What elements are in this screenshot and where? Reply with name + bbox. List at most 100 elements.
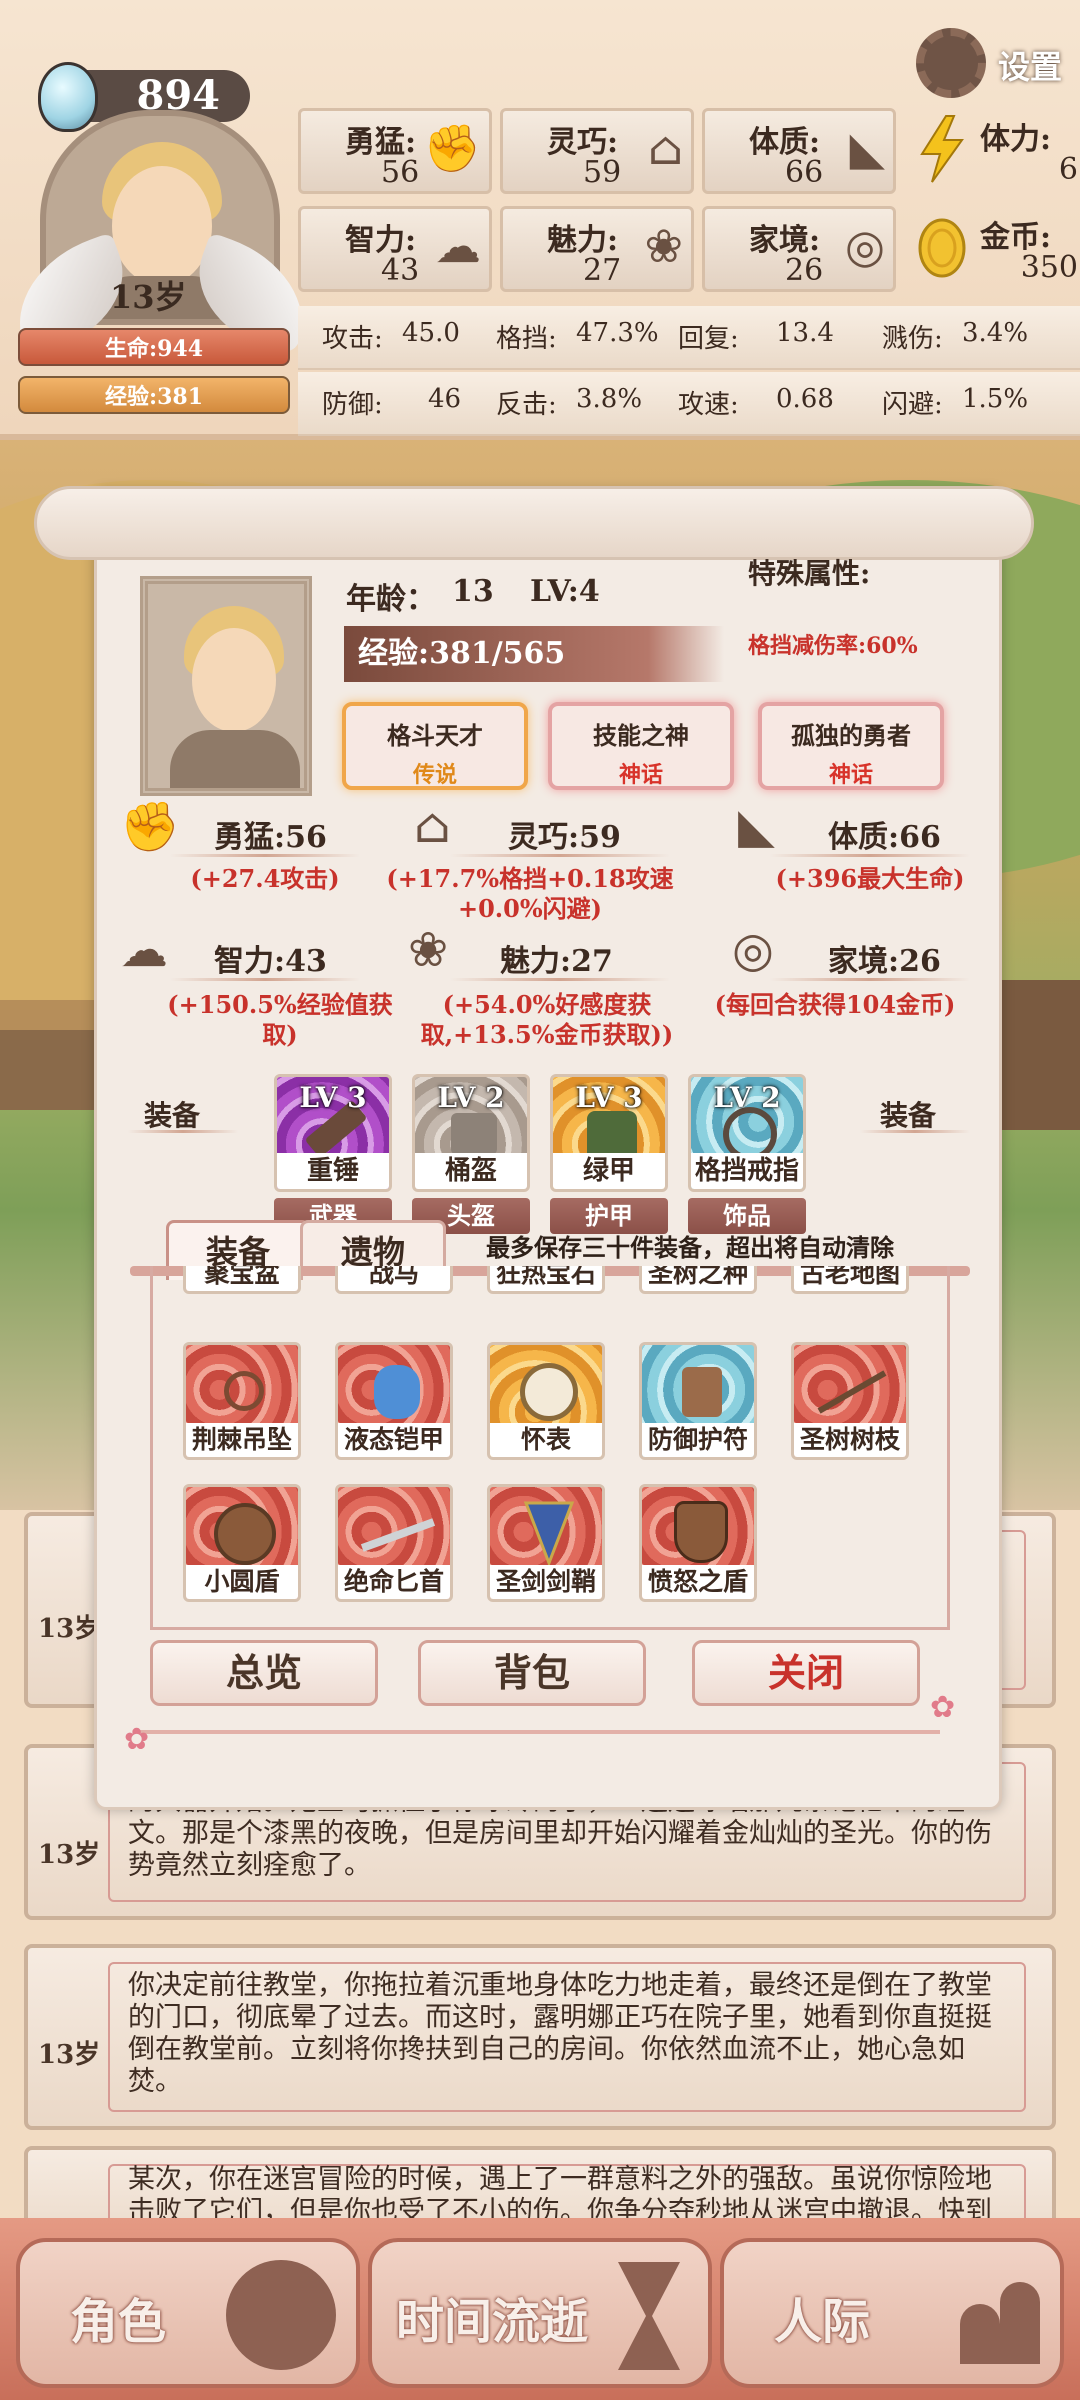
nav-character[interactable]: 角色 xyxy=(16,2238,360,2388)
inventory-item[interactable]: 小圆盾 xyxy=(183,1484,301,1602)
equip-slot-weapon[interactable]: LV 3 重锤 xyxy=(274,1074,392,1192)
stat-value: 66 xyxy=(785,155,824,190)
substat-value: 47.3% xyxy=(576,318,659,348)
house-shape xyxy=(990,980,1080,1130)
rage-shield-icon xyxy=(674,1501,728,1563)
stat-agility[interactable]: 灵巧: 59 ⌂ xyxy=(500,108,694,194)
attr-bonus: (+17.7%格挡+0.18攻速+0.0%闪避) xyxy=(386,864,674,923)
trait-badge[interactable]: 格斗天才 传说 xyxy=(342,702,528,790)
branch-icon xyxy=(817,1370,887,1414)
inventory-item[interactable]: 防御护符 xyxy=(639,1342,757,1460)
people-icon-second xyxy=(1000,2282,1040,2364)
inventory-item[interactable]: 液态铠甲 xyxy=(335,1342,453,1460)
equip-slot-armor[interactable]: LV 3 绿甲 xyxy=(550,1074,668,1192)
dialog-level: LV:4 xyxy=(530,574,600,609)
equip-side-label-right: 装备 xyxy=(880,1099,937,1132)
shirt-shape xyxy=(170,730,300,788)
attr-bonus: (+150.5%经验值获取) xyxy=(167,990,393,1049)
stat-family[interactable]: 家境: 26 ◎ xyxy=(702,206,896,292)
substat-label: 格挡: xyxy=(496,324,557,354)
soul-flame-icon xyxy=(38,62,98,132)
stat-value: 59 xyxy=(583,155,622,190)
amulet-icon xyxy=(682,1367,722,1417)
pendant-icon xyxy=(224,1371,264,1411)
inventory-item[interactable]: 狂热宝石 xyxy=(487,1266,605,1294)
special-attr-title: 特殊属性: xyxy=(748,557,871,590)
stat-courage[interactable]: 勇猛: 56 ✊ xyxy=(298,108,492,194)
lotus-icon: ❀ xyxy=(644,219,683,273)
substat-label: 攻击: xyxy=(322,324,383,354)
inventory-item[interactable]: 战马 xyxy=(335,1266,453,1294)
lotus-icon: ❀ xyxy=(408,922,449,978)
trait-name: 孤独的勇者 xyxy=(791,721,911,750)
inventory-item[interactable]: 圣树之种 xyxy=(639,1266,757,1294)
inventory-item[interactable]: 绝命匕首 xyxy=(335,1484,453,1602)
overview-button[interactable]: 总览 xyxy=(150,1640,378,1706)
equip-slot-helmet[interactable]: LV 2 桶盔 xyxy=(412,1074,530,1192)
item-name: 圣剑剑鞘 xyxy=(490,1565,602,1599)
stat-constitution[interactable]: 体质: 66 ◣ xyxy=(702,108,896,194)
exp-bar: 经验:381 xyxy=(18,376,290,414)
trait-rarity: 神话 xyxy=(618,762,663,788)
nav-time-pass[interactable]: 时间流逝 xyxy=(368,2238,712,2388)
equip-slot-accessory[interactable]: LV 2 格挡戒指 xyxy=(688,1074,806,1192)
inventory-item[interactable]: 古老地图 xyxy=(791,1266,909,1294)
people-icon xyxy=(960,2304,1000,2364)
trait-rarity: 神话 xyxy=(828,762,873,788)
close-button[interactable]: 关闭 xyxy=(692,1640,920,1706)
inventory-item[interactable]: 圣树树枝 xyxy=(791,1342,909,1460)
item-name: 防御护符 xyxy=(642,1423,754,1457)
substat-value: 1.5% xyxy=(962,384,1029,414)
attr-underline xyxy=(450,854,670,857)
attr-courage: 勇猛:56 xyxy=(214,820,327,855)
coin-hand-icon: ◎ xyxy=(732,922,774,978)
stat-charm[interactable]: 魅力: 27 ❀ xyxy=(500,206,694,292)
substat-value: 13.4 xyxy=(776,318,834,348)
gold-display[interactable]: 金币: 350 xyxy=(908,206,1078,292)
inventory-item[interactable]: 荆棘吊坠 xyxy=(183,1342,301,1460)
item-name: 狂热宝石 xyxy=(490,1266,602,1291)
inventory-item[interactable]: 愤怒之盾 xyxy=(639,1484,757,1602)
trait-badge[interactable]: 孤独的勇者 神话 xyxy=(758,702,944,790)
inventory-item[interactable]: 聚宝盆 xyxy=(183,1266,301,1294)
equip-name: 绿甲 xyxy=(553,1153,665,1189)
inventory-item[interactable]: 圣剑剑鞘 xyxy=(487,1484,605,1602)
stat-value: 56 xyxy=(381,155,420,190)
hourglass-icon xyxy=(618,2262,680,2370)
flexed-arm-icon: ◣ xyxy=(849,121,885,175)
stat-intelligence[interactable]: 智力: 43 ☁ xyxy=(298,206,492,292)
substat-label: 回复: xyxy=(678,324,739,354)
attr-bonus: (每回合获得104金币) xyxy=(714,990,956,1019)
flower-icon: ✿ xyxy=(124,1722,150,1757)
flexed-arm-icon: ◣ xyxy=(738,798,775,854)
face-shape xyxy=(192,628,276,732)
attr-constitution: 体质:66 xyxy=(828,820,941,855)
item-name: 愤怒之盾 xyxy=(642,1565,754,1599)
settings-button[interactable]: 设置 xyxy=(916,28,1076,98)
dagger-icon xyxy=(360,1518,436,1552)
bag-button[interactable]: 背包 xyxy=(418,1640,646,1706)
attr-underline xyxy=(170,978,360,981)
inventory-item[interactable]: 怀表 xyxy=(487,1342,605,1460)
inventory-note: 最多保存三十件装备，超出将自动清除 xyxy=(486,1233,894,1262)
equip-name: 桶盔 xyxy=(415,1153,527,1189)
substat-label: 防御: xyxy=(322,390,383,420)
attr-underline xyxy=(170,854,360,857)
stamina-display[interactable]: 体力: 6 xyxy=(908,108,1078,194)
gear-icon xyxy=(916,28,986,98)
stamina-value: 6 xyxy=(1058,152,1078,187)
equip-level: LV 3 xyxy=(299,1081,367,1114)
item-name: 圣树树枝 xyxy=(794,1423,906,1457)
attr-underline xyxy=(450,978,670,981)
nav-relationships[interactable]: 人际 xyxy=(720,2238,1064,2388)
fist-icon: ✊ xyxy=(423,121,481,175)
stat-value: 26 xyxy=(785,253,824,288)
nav-label: 人际 xyxy=(774,2294,871,2350)
trait-badge[interactable]: 技能之神 神话 xyxy=(548,702,734,790)
substat-label: 反击: xyxy=(496,390,557,420)
substat-label: 溅伤: xyxy=(882,324,943,354)
attr-family: 家境:26 xyxy=(828,944,941,979)
special-attr-value: 格挡减伤率:60% xyxy=(748,633,918,659)
buckler-icon xyxy=(214,1503,276,1565)
attr-bonus: (+27.4攻击) xyxy=(190,864,340,893)
